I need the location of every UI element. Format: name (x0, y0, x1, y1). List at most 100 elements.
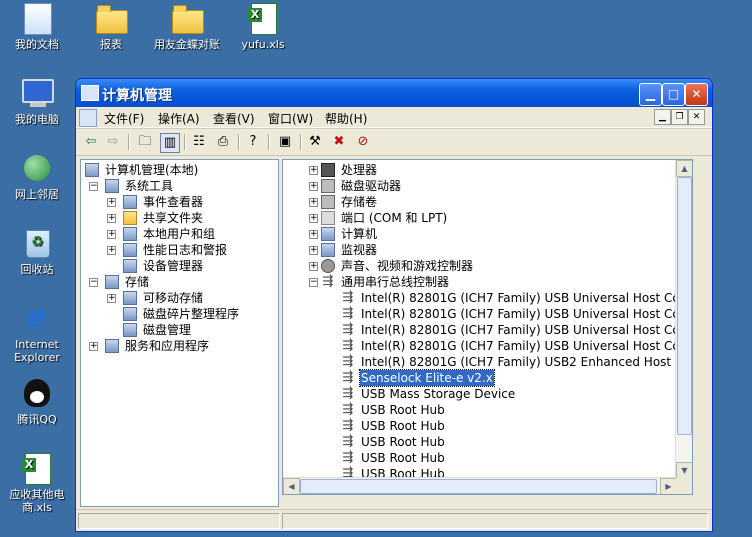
forward-button[interactable]: ⇨ (104, 133, 122, 151)
close-button[interactable]: ✕ (685, 83, 708, 106)
qq-penguin-icon (24, 379, 50, 407)
collapse-icon[interactable]: − (89, 182, 98, 191)
system-tools-icon (105, 179, 119, 193)
desktop-icon-my-documents[interactable]: 我的文档 (0, 2, 74, 51)
event-viewer-icon (123, 195, 137, 209)
disk-drive-icon (321, 179, 335, 193)
expand-icon[interactable]: + (309, 230, 318, 239)
chevron-down-icon: ▼ (681, 466, 688, 475)
excel-file-icon (248, 3, 277, 35)
menu-file[interactable]: 文件(F) (104, 110, 144, 127)
scroll-up-button[interactable]: ▲ (676, 160, 692, 177)
computer-button[interactable]: ▣ (276, 133, 294, 151)
maximize-button[interactable]: □ (662, 83, 685, 106)
tree-item-label: 计算机管理(本地) (105, 163, 199, 177)
device-label: USB Root Hub (361, 435, 445, 449)
collapse-icon[interactable]: − (309, 278, 318, 287)
child-minimize-button[interactable]: ▁ (654, 109, 671, 125)
desktop-icon-yufu-xls[interactable]: yufu.xls (226, 2, 300, 51)
printer-icon: ⎙ (217, 134, 229, 149)
device-manager-icon (123, 259, 137, 273)
help-button[interactable]: ? (244, 133, 262, 151)
desktop-icon-internet-explorer[interactable]: e Internet Explorer (0, 302, 74, 365)
expand-icon[interactable]: + (89, 342, 98, 351)
desktop-icon-ecommerce-xls[interactable]: 应收其他电商.xls (0, 452, 74, 514)
device-label: Intel(R) 82801G (ICH7 Family) USB2 Enhan… (361, 355, 692, 369)
status-cell (78, 513, 280, 529)
console-tree-icon: ▥ (163, 135, 177, 150)
tree-item-label: 磁盘碎片整理程序 (143, 307, 240, 321)
usb-icon: ⇶ (342, 354, 354, 369)
vertical-scrollbar[interactable]: ▲ ▼ (675, 160, 692, 479)
expand-icon[interactable]: + (107, 246, 116, 255)
expand-icon[interactable]: + (107, 198, 116, 207)
minimize-button[interactable]: ▁ (639, 83, 662, 106)
performance-icon (123, 243, 137, 257)
desktop-icon-label: 我的电脑 (15, 113, 59, 126)
collapse-icon[interactable]: − (89, 278, 98, 287)
maximize-icon: □ (667, 87, 680, 101)
title-bar[interactable]: 计算机管理 ▁ □ ✕ (76, 79, 712, 107)
desktop-icon-recycle-bin[interactable]: 回收站 (0, 227, 74, 276)
device-tree-pane: + 处理器 + 磁盘驱动器 + 存储卷 + 端口 (COM 和 LPT) + 计… (282, 159, 693, 495)
speaker-icon (321, 259, 335, 273)
vertical-scroll-thumb[interactable] (677, 177, 692, 435)
properties-button[interactable]: ☷ (190, 133, 208, 151)
chevron-up-icon: ▲ (681, 164, 688, 173)
print-button[interactable]: ⎙ (214, 133, 232, 151)
menu-window[interactable]: 窗口(W) (268, 110, 313, 127)
services-icon (105, 339, 119, 353)
device-label-selected: Senselock Elite-e v2.x (359, 369, 495, 387)
desktop-icon-label: yufu.xls (241, 38, 285, 51)
horizontal-scrollbar[interactable]: ◀ ▶ (283, 477, 677, 494)
back-button[interactable]: ⇦ (82, 133, 100, 151)
expand-icon[interactable]: + (309, 246, 318, 255)
desktop-icon-label: 应收其他电商.xls (9, 488, 65, 514)
scroll-down-button[interactable]: ▼ (676, 462, 692, 479)
expand-icon[interactable]: + (309, 214, 318, 223)
tree-item-label: 磁盘管理 (143, 323, 192, 337)
folder-icon (172, 5, 204, 34)
device-label: USB Mass Storage Device (361, 387, 516, 401)
scan-hardware-button[interactable]: ⚒ (306, 133, 324, 151)
usb-icon: ⇶ (322, 274, 334, 289)
expand-icon[interactable]: + (309, 166, 318, 175)
scroll-left-button[interactable]: ◀ (283, 478, 300, 494)
usb-icon: ⇶ (342, 418, 354, 433)
expand-icon[interactable]: + (107, 294, 116, 303)
desktop-icon-reconciliation[interactable]: 用友金蝶对账 (150, 2, 224, 51)
removable-storage-icon (123, 291, 137, 305)
usb-icon: ⇶ (342, 402, 354, 417)
desktop-icon-my-computer[interactable]: 我的电脑 (0, 77, 74, 126)
uninstall-button[interactable]: ✖ (330, 133, 348, 151)
expand-icon[interactable]: + (309, 198, 318, 207)
back-arrow-icon: ⇦ (85, 134, 97, 149)
my-documents-icon (24, 3, 52, 35)
expand-icon[interactable]: + (309, 182, 318, 191)
desktop-icon-network[interactable]: 网上邻居 (0, 152, 74, 201)
desktop-icon-label: Internet Explorer (14, 338, 60, 364)
port-icon (321, 211, 335, 225)
desktop-icon-reports[interactable]: 报表 (74, 2, 148, 51)
menu-help[interactable]: 帮助(H) (325, 110, 367, 127)
show-hide-console-tree-button[interactable]: ▥ (160, 133, 180, 153)
expand-icon[interactable]: + (107, 230, 116, 239)
expand-icon[interactable]: + (309, 262, 318, 271)
tree-item-label: 存储 (125, 275, 150, 289)
menu-bar: 文件(F) 操作(A) 查看(V) 窗口(W) 帮助(H) ▁ ❐ ✕ (76, 107, 712, 128)
desktop-icon-qq[interactable]: 腾讯QQ (0, 377, 74, 426)
recycle-bin-icon (26, 230, 50, 258)
child-close-button[interactable]: ✕ (688, 109, 705, 125)
scroll-right-button[interactable]: ▶ (660, 478, 677, 494)
expand-icon[interactable]: + (107, 214, 116, 223)
up-one-level-button[interactable]: 🗀 (136, 133, 154, 151)
menu-view[interactable]: 查看(V) (213, 110, 255, 127)
device-label: USB Root Hub (361, 403, 445, 417)
child-restore-button[interactable]: ❐ (671, 109, 688, 125)
horizontal-scroll-thumb[interactable] (300, 479, 657, 494)
device-label: 通用串行总线控制器 (341, 275, 450, 289)
monitor-icon: ▣ (278, 134, 292, 149)
usb-icon: ⇶ (342, 306, 354, 321)
disable-button[interactable]: ⊘ (354, 133, 372, 151)
menu-action[interactable]: 操作(A) (158, 110, 200, 127)
